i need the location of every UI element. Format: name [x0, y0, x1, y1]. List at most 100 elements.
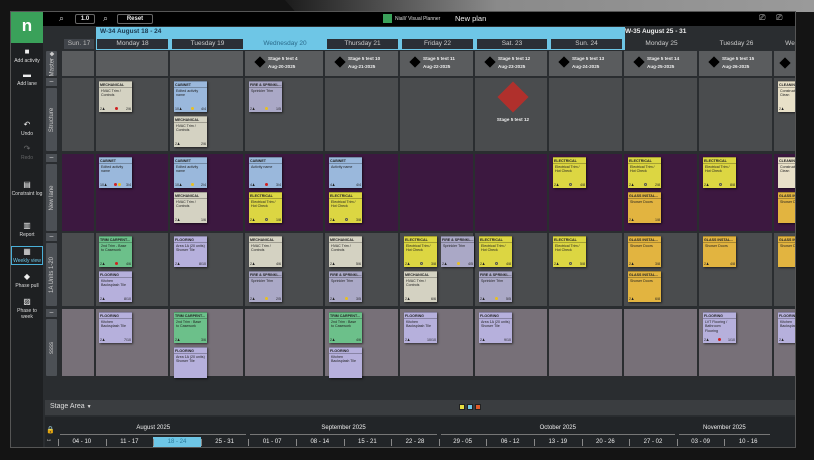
activity-card[interactable]: MECHANICAL HVAC Trim / Controls 2♟ 2/6: [99, 81, 132, 112]
stage-area-dropdown[interactable]: Stage Area ▼: [50, 403, 92, 410]
sidebar-item-report[interactable]: ▥ Report: [11, 221, 43, 238]
timeline-week-04-10[interactable]: 04 - 10: [58, 437, 106, 447]
day-header-tuesday-26[interactable]: Tuesday 26: [701, 39, 772, 49]
milestone[interactable]: Stage 5 test 14 Aug-25-2025: [633, 55, 679, 71]
activity-card[interactable]: GLASS INSTAL... Shower Doors 2♟ 3/8: [628, 236, 661, 267]
zoom-level-field[interactable]: 1.0: [75, 14, 95, 24]
activity-card[interactable]: MECHANICAL HVAC Trim / Controls 2♟ 2/6: [174, 116, 207, 147]
timeline-week-03-09[interactable]: 03 - 09: [677, 437, 725, 447]
timeline-week-11-17[interactable]: 11 - 17: [106, 437, 154, 447]
day-header-friday-22[interactable]: Friday 22: [402, 39, 473, 49]
timeline-week-27-02[interactable]: 27 - 02: [629, 437, 677, 447]
day-cell[interactable]: [401, 78, 475, 151]
day-header-thursday-21[interactable]: Thursday 21: [327, 39, 398, 49]
resize-icon[interactable]: ↔: [46, 437, 52, 443]
activity-card[interactable]: FIRE & SPRINKL... Sprinkler Trim 2♟ 1/5: [249, 81, 282, 112]
activity-card[interactable]: GLASS INSTAL...Shower Doors: [778, 236, 795, 267]
lane-label[interactable]: ssss: [46, 319, 57, 376]
timeline-week-15-21[interactable]: 15 - 21: [344, 437, 392, 447]
sidebar-item-redo[interactable]: ↷ Redo: [11, 144, 43, 161]
day-cell[interactable]: [625, 78, 699, 151]
activity-card[interactable]: TRIM CARPENT... 2nd Trim - Base to Casewo…: [99, 236, 132, 267]
timeline-week-10-16[interactable]: 10 - 16: [724, 437, 772, 447]
lane-label[interactable]: 1A Units 1-20: [46, 243, 57, 306]
day-header-sun-17[interactable]: Sun. 17: [64, 39, 94, 49]
activity-card[interactable]: CLEANINGConstruction Clean: [778, 157, 795, 188]
activity-card[interactable]: ELECTRICAL Electrical Trim / Hot Check 2♟ 4…: [553, 157, 586, 188]
activity-card[interactable]: FIRE & SPRINKL... Sprinkler Trim 2♟ 5/5: [479, 271, 512, 302]
milestone[interactable]: Stage 5 test 15 Aug-26-2025: [708, 55, 754, 71]
sidebar-item-constraint-log[interactable]: ▤ Constraint log: [11, 180, 43, 197]
milestone[interactable]: Stage 5 test 10 Aug-21-2025: [334, 55, 380, 71]
lock-icon[interactable]: 🔒: [46, 426, 55, 434]
milestone[interactable]: Stage 5 test 4 Aug-20-2025: [254, 55, 298, 71]
stage-color-swatch[interactable]: [467, 404, 473, 410]
activity-card[interactable]: CABINET Activity name 4♟ 3/4: [249, 157, 282, 188]
activity-card[interactable]: FLOORING Area 1A (20 units) Shower Tile 2♟…: [174, 236, 207, 267]
sidebar-item-phase-to-week[interactable]: ▨ Phase to week: [11, 297, 43, 320]
day-header-wednesday-20[interactable]: Wednesday 20: [247, 39, 323, 49]
zoom-out-icon[interactable]: ⌕: [59, 13, 64, 24]
day-header-sun-24[interactable]: Sun. 24: [551, 39, 622, 49]
activity-card[interactable]: MECHANICAL HVAC Trim / Controls 2♟ 4/6: [249, 236, 282, 267]
day-cell[interactable]: [625, 309, 699, 376]
collapse-lane-button[interactable]: –: [46, 233, 57, 241]
activity-card[interactable]: FLOORING Kitchen Backsplash Tile 2♟ 10/10: [404, 312, 437, 343]
zoom-in-icon[interactable]: ⌕: [103, 13, 108, 24]
activity-card[interactable]: TRIM CARPENT... 2nd Trim : Base to Casewo…: [329, 312, 362, 343]
timeline-week-22-28[interactable]: 22 - 28: [391, 437, 439, 447]
activity-card[interactable]: FLOORINGKitchen Backsplash Tile2♟: [778, 312, 795, 343]
day-cell[interactable]: [63, 309, 96, 376]
activity-card[interactable]: FLOORING LVT Flooring / Bathroom Flooring…: [703, 312, 736, 343]
activity-card[interactable]: MECHANICAL HVAC Trim / Controls 2♟ 1/6: [174, 192, 207, 223]
activity-card[interactable]: FIRE & SPRINKL... Sprinkler Trim 2♟ 2/5: [249, 271, 282, 302]
milestone[interactable]: Stage 5 test 12 Aug-23-2025: [484, 55, 530, 71]
timeline-week-13-19[interactable]: 13 - 19: [534, 437, 582, 447]
activity-card[interactable]: CABINET Activity name 4♟ 4/4: [329, 157, 362, 188]
activity-card[interactable]: ELECTRICAL Electrical Trim / Hot Check 2♟ 1…: [249, 192, 282, 223]
collapse-lane-button[interactable]: –: [46, 309, 57, 317]
day-header-sat-23[interactable]: Sat. 23: [477, 39, 547, 49]
activity-card[interactable]: ELECTRICAL Electrical Trim / Hot Check 2♟ 5…: [553, 236, 586, 267]
sidebar-item-undo[interactable]: ↶ Undo: [11, 120, 43, 137]
activity-card[interactable]: MECHANICAL HVAC Trim / Controls 2♟ 6/6: [404, 271, 437, 302]
lane-label[interactable]: Structure: [46, 88, 57, 151]
timeline-scroll-handle[interactable]: [153, 447, 221, 448]
timeline-week-25-31[interactable]: 25 - 31: [201, 437, 249, 447]
activity-card[interactable]: ELECTRICAL Electrical Trim / Hot Check 2♟ 8…: [703, 157, 736, 188]
day-cell[interactable]: [700, 78, 774, 151]
activity-card[interactable]: CABINET Edited activity name 10♟ 4/4: [174, 81, 207, 112]
activity-card[interactable]: GLASS INSTAL...Shower Doors: [778, 192, 795, 223]
stage-color-swatch[interactable]: [475, 404, 481, 410]
day-header-we[interactable]: We: [776, 39, 795, 49]
milestone[interactable]: Stage 5 test 13 Aug-24-2025: [558, 55, 604, 71]
day-cell[interactable]: [476, 154, 549, 231]
reset-button[interactable]: Reset: [117, 14, 153, 24]
present-icon[interactable]: ⎚: [759, 13, 765, 23]
activity-card[interactable]: TRIM CARPENT... 2nd Trim : Base to Casewo…: [174, 312, 207, 343]
sidebar-item-add-lane[interactable]: ▬ Add lane: [11, 70, 43, 87]
activity-card[interactable]: MECHANICAL HVAC Trim / Controls 2♟ 5/6: [329, 236, 362, 267]
day-cell[interactable]: [401, 154, 475, 231]
timeline-week-06-12[interactable]: 06 - 12: [486, 437, 534, 447]
milestone[interactable]: Stage 5 test 11 Aug-22-2025: [409, 55, 455, 71]
activity-card[interactable]: CLEANINGConstruction Clean2♟: [778, 81, 795, 112]
lane-label[interactable]: New lane: [46, 164, 57, 231]
activity-card[interactable]: ELECTRICAL Electrical Trim / Hot Check 2♟ 4…: [479, 236, 512, 267]
day-cell[interactable]: [246, 309, 325, 376]
activity-card[interactable]: CABINET Edited activity name 10♟ 3/4: [99, 157, 132, 188]
export-icon[interactable]: ⎚: [776, 13, 782, 23]
collapse-lane-button[interactable]: –: [46, 78, 57, 86]
activity-card[interactable]: GLASS INSTAL... Shower Doors 2♟ 4/8: [703, 236, 736, 267]
day-cell[interactable]: [171, 51, 245, 76]
activity-card[interactable]: FIRE & SPRINKL... Sprinkler Trim 2♟ 3/5: [329, 271, 362, 302]
activity-card[interactable]: FIRE & SPRINKL... Sprinkler Trim 2♟ 4/5: [441, 236, 474, 267]
activity-card[interactable]: ELECTRICAL Electrical Trim / Hot Check 2♟ 3…: [404, 236, 437, 267]
activity-card[interactable]: GLASS INSTAL... Shower Doors 2♟ 6/8: [628, 271, 661, 302]
stage-color-swatch[interactable]: [459, 404, 465, 410]
day-cell[interactable]: [63, 78, 96, 151]
timeline-week-18-24[interactable]: 18 - 24: [153, 437, 201, 447]
activity-card[interactable]: CABINET Edited activity name 10♟ 2/4: [174, 157, 207, 188]
lane-label[interactable]: Master ◆: [46, 51, 57, 76]
sidebar-item-add-activity[interactable]: ■ Add activity: [11, 47, 43, 64]
